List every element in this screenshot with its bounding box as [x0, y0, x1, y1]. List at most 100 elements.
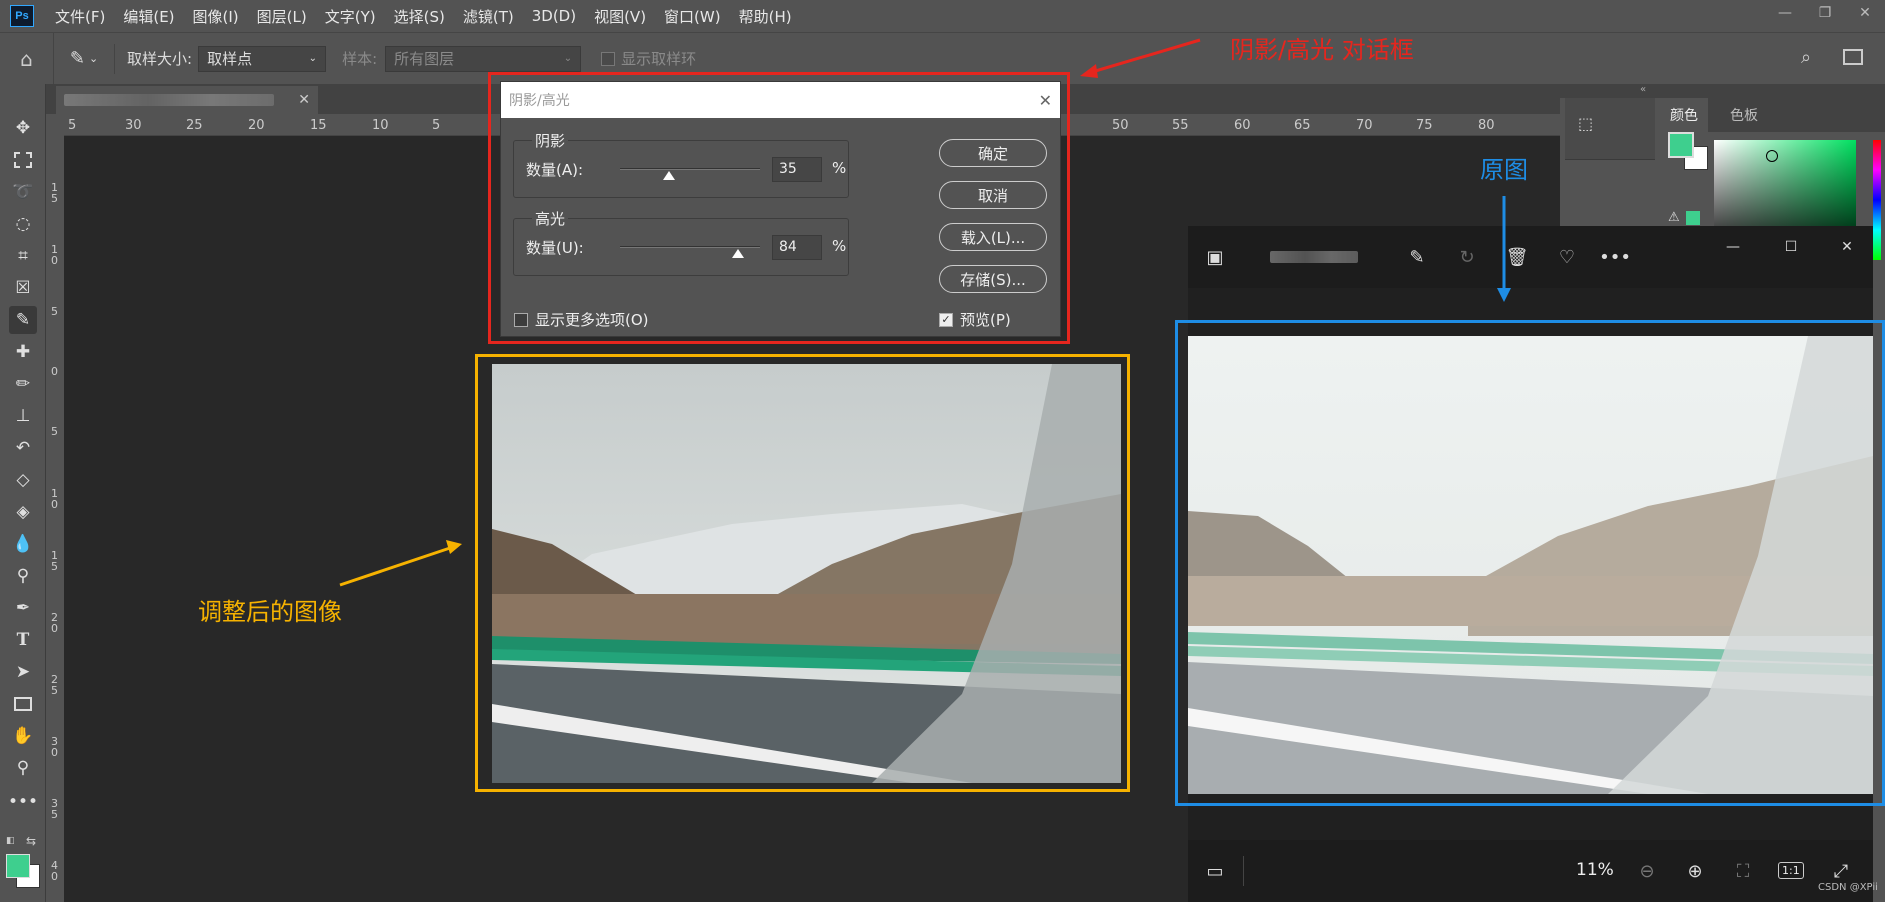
zoom-out-icon[interactable]: ⊖	[1632, 856, 1662, 886]
eyedropper-tool-preset-icon[interactable]: ✎ ⌄	[54, 48, 114, 69]
save-button[interactable]: 存储(S)...	[939, 265, 1047, 293]
close-tab-icon[interactable]: ✕	[298, 92, 310, 108]
sample-size-select[interactable]: 取样点 ⌄	[198, 45, 327, 72]
tab-swatches[interactable]: 色板	[1720, 98, 1768, 132]
original-annotation: 原图	[1480, 156, 1528, 184]
zoom-tool-icon[interactable]: ⚲	[9, 754, 37, 782]
minimize-button[interactable]: —	[1765, 0, 1805, 26]
default-colors-icon[interactable]: ◧	[6, 836, 16, 846]
eraser-tool-icon[interactable]: ◇	[9, 466, 37, 494]
menu-view[interactable]: 视图(V)	[585, 6, 655, 27]
highlights-group: 高光 数量(U): 84 %	[513, 208, 849, 276]
menu-type[interactable]: 文字(Y)	[316, 6, 385, 27]
history-brush-tool-icon[interactable]: ↶	[9, 434, 37, 462]
rotate-icon[interactable]: ↻	[1452, 242, 1482, 272]
menu-layer[interactable]: 图层(L)	[248, 6, 316, 27]
shadows-amount-input[interactable]: 35	[772, 157, 822, 182]
close-window-button[interactable]: ✕	[1845, 0, 1885, 26]
foreground-color-swatch[interactable]	[6, 854, 30, 878]
sample-select[interactable]: 所有图层 ⌄	[385, 45, 582, 72]
adjusted-arrowhead	[446, 540, 462, 554]
menu-file[interactable]: 文件(F)	[46, 6, 114, 27]
dialog-title-bar: 阴影/高光 ✕	[501, 82, 1060, 118]
highlights-amount-slider[interactable]	[620, 246, 760, 248]
dialog-title: 阴影/高光	[509, 93, 570, 109]
viewer-close-button[interactable]: ✕	[1832, 232, 1862, 262]
ruler-label: 10	[372, 118, 389, 133]
load-button[interactable]: 载入(L)...	[939, 223, 1047, 251]
crop-tool-icon[interactable]: ⌗	[9, 242, 37, 270]
menu-window[interactable]: 窗口(W)	[655, 6, 730, 27]
menu-image[interactable]: 图像(I)	[184, 6, 248, 27]
hue-slider[interactable]	[1873, 140, 1881, 260]
ruler-label: 75	[1416, 118, 1433, 133]
viewer-title-bar: ▣ ✎ ↻ 🗑 ♡ ••• — ☐ ✕	[1188, 226, 1873, 288]
search-icon[interactable]: ⌕	[1801, 47, 1823, 69]
paint-bucket-tool-icon[interactable]: ◈	[9, 498, 37, 526]
viewer-minimize-button[interactable]: —	[1718, 232, 1748, 262]
ruler-label: 4 0	[51, 859, 58, 883]
sample-size-label: 取样大小:	[127, 50, 193, 68]
cancel-button[interactable]: 取消	[939, 181, 1047, 209]
watermark: CSDN @XPii	[1818, 882, 1878, 893]
vertical-ruler: 1 5 1 0 5 0 5 1 0 1 5 2 0 2 5 3 0 3 5 4 …	[46, 114, 64, 902]
healing-brush-tool-icon[interactable]: ✚	[9, 338, 37, 366]
shadows-slider-thumb[interactable]	[663, 171, 675, 180]
ruler-label: 5	[432, 118, 441, 133]
highlights-group-title: 高光	[532, 208, 569, 229]
photos-app-icon: ▣	[1206, 246, 1224, 268]
dodge-tool-icon[interactable]: ⚲	[9, 562, 37, 590]
adjusted-arrow	[339, 546, 451, 587]
document-tab[interactable]: ✕	[56, 86, 318, 114]
eyedropper-tool-icon[interactable]: ✎	[9, 306, 37, 334]
panel-foreground-swatch[interactable]	[1668, 132, 1694, 158]
menu-select[interactable]: 选择(S)	[385, 6, 454, 27]
fit-to-window-icon[interactable]: ⛶	[1728, 856, 1758, 886]
favorite-icon[interactable]: ♡	[1552, 242, 1582, 272]
more-options-icon[interactable]: •••	[1599, 242, 1631, 272]
clone-stamp-tool-icon[interactable]: ⊥	[9, 402, 37, 430]
brush-tool-icon[interactable]: ✏	[9, 370, 37, 398]
3d-panel-icon[interactable]: ⬚	[1578, 114, 1600, 136]
type-tool-icon[interactable]: T	[9, 626, 37, 654]
home-icon[interactable]: ⌂	[0, 32, 54, 85]
tab-color[interactable]: 颜色	[1660, 98, 1708, 132]
preview-checkbox[interactable]: ✓	[939, 313, 953, 327]
gamut-swatch[interactable]	[1686, 211, 1700, 225]
hand-tool-icon[interactable]: ✋	[9, 722, 37, 750]
show-ring-checkbox[interactable]	[601, 51, 616, 66]
actual-size-button[interactable]: 1:1	[1778, 862, 1804, 879]
edit-image-icon[interactable]: ✎	[1402, 242, 1432, 272]
pen-tool-icon[interactable]: ✒	[9, 594, 37, 622]
highlights-slider-thumb[interactable]	[731, 249, 744, 258]
swap-colors-icon[interactable]: ⇆	[26, 834, 36, 848]
dialog-close-icon[interactable]: ✕	[1039, 91, 1052, 110]
shadows-amount-slider[interactable]	[620, 168, 760, 170]
ruler-label: 70	[1356, 118, 1373, 133]
more-options-checkbox[interactable]	[514, 313, 528, 327]
panel-collapse-icon[interactable]: «	[1560, 84, 1885, 98]
lasso-tool-icon[interactable]: ➰	[9, 178, 37, 206]
highlights-amount-input[interactable]: 84	[772, 235, 822, 260]
show-ring-label: 显示取样环	[621, 50, 697, 68]
ok-button[interactable]: 确定	[939, 139, 1047, 167]
menu-help[interactable]: 帮助(H)	[730, 6, 801, 27]
blur-tool-icon[interactable]: 💧	[9, 530, 37, 558]
rectangle-tool-icon[interactable]	[9, 690, 37, 718]
frame-tool-icon[interactable]: ☒	[9, 274, 37, 302]
menu-filter[interactable]: 滤镜(T)	[454, 6, 523, 27]
path-selection-tool-icon[interactable]: ➤	[9, 658, 37, 686]
delete-icon[interactable]: 🗑	[1502, 242, 1532, 272]
menu-3d[interactable]: 3D(D)	[523, 7, 585, 25]
menu-edit[interactable]: 编辑(E)	[114, 6, 183, 27]
zoom-in-icon[interactable]: ⊕	[1680, 856, 1710, 886]
filmstrip-icon[interactable]: ▭	[1200, 856, 1230, 886]
more-tools-icon[interactable]: •••	[8, 788, 38, 816]
gamut-warning-icon[interactable]: ⚠	[1668, 210, 1680, 225]
restore-button[interactable]: ❐	[1805, 0, 1845, 26]
quick-selection-tool-icon[interactable]: ◌	[9, 210, 37, 238]
viewer-maximize-button[interactable]: ☐	[1776, 232, 1806, 262]
marquee-tool-icon[interactable]	[9, 146, 37, 174]
move-tool-icon[interactable]: ✥	[9, 114, 37, 142]
workspace-icon[interactable]	[1843, 49, 1863, 65]
